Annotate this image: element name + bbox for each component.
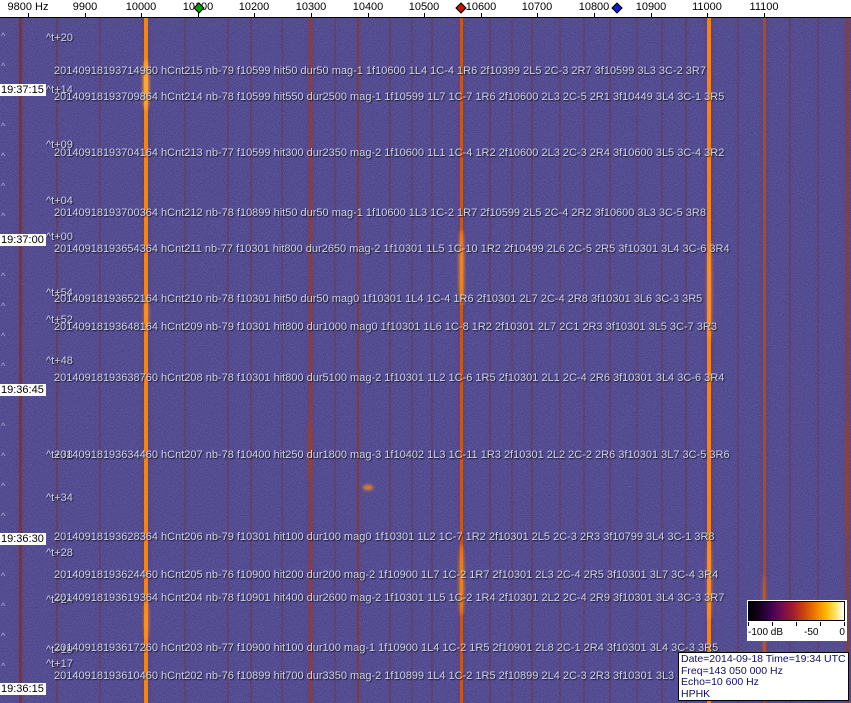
- freq-tick-label: 11000: [692, 1, 722, 13]
- event-time-marker: ^t+34: [46, 492, 73, 504]
- info-station: HPHK: [681, 687, 711, 700]
- time-tick-mark: ^: [1, 511, 6, 521]
- time-tick-mark: ^: [1, 481, 6, 491]
- event-data-line: 20140918193700364 hCnt212 nb-78 f10899 h…: [54, 207, 706, 219]
- event-time-marker: ^t+48: [46, 355, 73, 367]
- freq-tick-mark: [481, 13, 482, 17]
- time-tick-mark: ^: [1, 421, 6, 431]
- time-tick-mark: ^: [1, 571, 6, 581]
- time-tick-mark: ^: [1, 121, 6, 131]
- time-label: 19:36:30: [0, 533, 46, 545]
- time-label: 19:37:15: [0, 84, 46, 96]
- info-date-time: Date=2014-09-18 Time=19:34 UTC: [681, 653, 846, 665]
- event-data-line: 20140918193654364 hCnt211 nb-77 f10301 h…: [54, 243, 730, 255]
- freq-tick-label: 10500: [408, 1, 440, 13]
- event-time-marker: ^t+00: [46, 231, 73, 243]
- time-label: 19:36:45: [0, 384, 46, 396]
- freq-tick-label: 10600: [465, 1, 497, 13]
- time-tick-mark: ^: [1, 631, 6, 641]
- freq-tick-mark: [311, 13, 312, 17]
- legend-max-label: 0: [839, 627, 845, 638]
- freq-tick-mark: [141, 13, 142, 17]
- time-tick-mark: ^: [1, 361, 6, 371]
- freq-tick-label: 10000: [125, 1, 157, 13]
- time-tick-mark: ^: [1, 271, 6, 281]
- freq-tick-mark: [254, 13, 255, 17]
- event-time-marker: ^t+17: [46, 658, 73, 670]
- time-tick-mark: ^: [1, 211, 6, 221]
- freq-tick-label: 10400: [352, 1, 384, 13]
- legend-min-label: -100 dB: [748, 627, 784, 638]
- event-time-marker: ^t+04: [46, 195, 73, 207]
- event-data-line: 20140918193652164 hCnt210 nb-78 f10301 h…: [54, 293, 703, 305]
- time-tick-mark: ^: [1, 31, 6, 41]
- event-time-marker: ^t+20: [46, 32, 73, 44]
- event-data-line: 20140918193648164 hCnt209 nb-79 f10301 h…: [54, 321, 717, 333]
- event-data-line: 20140918193714960 hCnt215 nb-79 f10599 h…: [54, 65, 706, 77]
- freq-tick-label: 11100: [749, 1, 779, 13]
- color-scale-gradient: [748, 601, 845, 621]
- time-tick-mark: ^: [1, 331, 6, 341]
- freq-tick-label: 9800 Hz: [7, 1, 49, 13]
- freq-tick-label: 10700: [521, 1, 553, 13]
- event-time-marker: ^t+28: [46, 547, 73, 559]
- freq-tick-mark: [537, 13, 538, 17]
- signal-blob: [143, 600, 149, 640]
- freq-tick-mark: [707, 13, 708, 17]
- freq-tick-label: 10300: [295, 1, 327, 13]
- signal-blob: [845, 420, 849, 540]
- freq-tick-mark: [28, 13, 29, 17]
- event-data-line: 20140918193610460 hCnt202 nb-76 f10899 h…: [54, 670, 725, 682]
- time-label: 19:36:15: [0, 683, 46, 695]
- spectrogram-window: 9800 Hz990010000101001020010300104001050…: [0, 0, 851, 703]
- legend-tick-mark: [772, 622, 773, 626]
- freq-tick-label: 10200: [238, 1, 270, 13]
- time-tick-mark: ^: [1, 601, 6, 611]
- legend-labels: -100 dB -50 0: [748, 627, 845, 638]
- event-data-line: 20140918193624460 hCnt205 nb-76 f10900 h…: [54, 569, 719, 581]
- time-tick-mark: ^: [1, 661, 6, 671]
- legend-tick-mark: [796, 622, 797, 626]
- blue-diamond-marker: [611, 2, 623, 14]
- event-data-line: 20140918193619364 hCnt204 nb-78 f10901 h…: [54, 592, 725, 604]
- freq-tick-label: 9900: [72, 1, 98, 13]
- event-data-line: 20140918193628364 hCnt206 nb-79 f10301 h…: [54, 531, 715, 543]
- color-scale-legend: -100 dB -50 0: [747, 600, 847, 641]
- freq-tick-label: 10800: [578, 1, 610, 13]
- freq-tick-mark: [368, 13, 369, 17]
- event-data-line: 20140918193704164 hCnt213 nb-77 f10599 h…: [54, 147, 725, 159]
- signal-blob: [363, 485, 373, 490]
- freq-tick-mark: [764, 13, 765, 17]
- info-echo: Echo=10 600 Hz: [681, 676, 759, 688]
- legend-tick-mark: [748, 622, 749, 626]
- status-info-box: Date=2014-09-18 Time=19:34 UTC Freq=143 …: [678, 652, 849, 701]
- frequency-axis: 9800 Hz990010000101001020010300104001050…: [0, 0, 851, 18]
- freq-tick-mark: [594, 13, 595, 17]
- time-label: 19:37:00: [0, 234, 46, 246]
- time-tick-mark: ^: [1, 301, 6, 311]
- legend-tick-mark: [820, 622, 821, 626]
- freq-tick-mark: [85, 13, 86, 17]
- event-data-line: 20140918193617260 hCnt203 nb-77 f10900 h…: [54, 642, 719, 654]
- time-tick-mark: ^: [1, 61, 6, 71]
- legend-mid-label: -50: [804, 627, 819, 638]
- freq-tick-label: 10900: [635, 1, 667, 13]
- legend-tick-mark: [844, 622, 845, 626]
- time-tick-mark: ^: [1, 151, 6, 161]
- time-tick-mark: ^: [1, 181, 6, 191]
- signal-trace-line: [737, 18, 739, 703]
- freq-tick-mark: [651, 13, 652, 17]
- event-data-line: 20140918193634460 hCnt207 nb-78 f10400 h…: [54, 449, 730, 461]
- event-data-line: 20140918193709864 hCnt214 nb-78 f10599 h…: [54, 91, 725, 103]
- freq-tick-mark: [424, 13, 425, 17]
- time-tick-mark: ^: [1, 451, 6, 461]
- event-data-line: 20140918193638760 hCnt208 nb-78 f10301 h…: [54, 372, 725, 384]
- signal-trace-line: [18, 18, 22, 703]
